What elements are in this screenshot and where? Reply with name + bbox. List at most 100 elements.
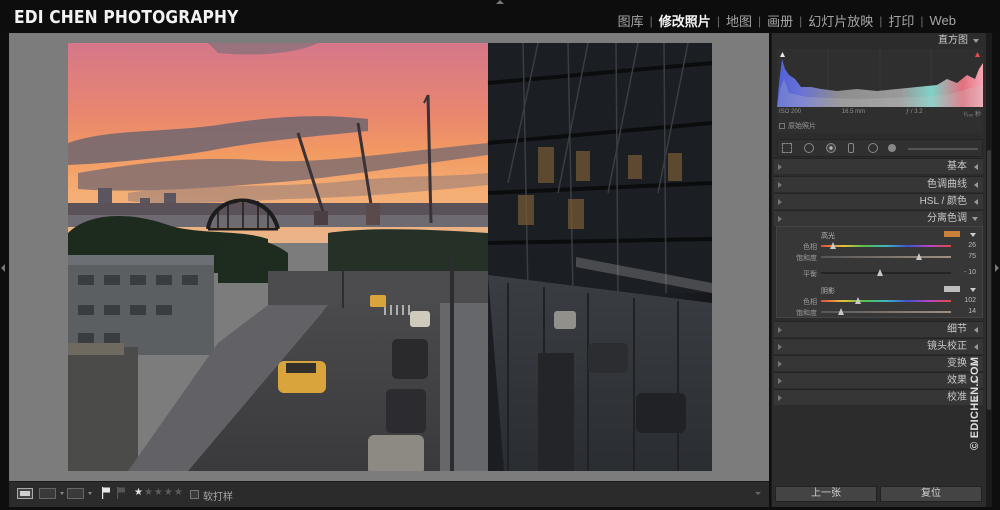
crop-icon[interactable]	[782, 143, 792, 153]
module-print[interactable]: 打印	[882, 11, 920, 30]
adjustment-brush-icon[interactable]	[888, 144, 896, 152]
slider-thumb[interactable]	[916, 253, 922, 260]
graduated-filter-icon[interactable]	[848, 143, 854, 153]
shadows-label: 阴影	[821, 288, 835, 295]
panel-split-toning[interactable]: 分离色调	[774, 210, 983, 226]
star-empty-icon[interactable]: ★★★★	[144, 487, 184, 498]
module-book[interactable]: 画册	[761, 11, 799, 30]
panel-scrollbar-thumb[interactable]	[987, 150, 991, 410]
slider-value[interactable]: 75	[968, 253, 976, 260]
star-filled-icon[interactable]: ★	[134, 487, 144, 498]
chevron-down-icon[interactable]	[970, 233, 976, 237]
split-toning-controls: 高光 色相 26 饱和度 75 平衡 - 10 阴影 色相 102 饱和度 14	[776, 226, 983, 318]
reject-flag-icon[interactable]	[117, 487, 126, 499]
slider-value[interactable]: 102	[964, 297, 976, 304]
reset-button[interactable]: 复位	[880, 486, 982, 502]
toolbar-menu-icon[interactable]	[755, 492, 761, 495]
panel-toggle-icon[interactable]	[778, 344, 782, 350]
module-develop[interactable]: 修改照片	[653, 11, 717, 30]
chevron-down-icon[interactable]	[970, 288, 976, 292]
tool-strip	[777, 139, 983, 157]
saturation-label: 饱和度	[796, 310, 817, 317]
loupe-view[interactable]	[9, 33, 769, 481]
panel-transform-label: 变换	[947, 358, 967, 369]
slider-thumb[interactable]	[838, 308, 844, 315]
slider-value[interactable]: 14	[968, 308, 976, 315]
module-picker: 图库 | 修改照片 | 地图 | 画册 | 幻灯片放映 | 打印 | Web	[612, 11, 962, 30]
slider-thumb[interactable]	[855, 297, 861, 304]
panel-effects[interactable]: 效果	[774, 372, 983, 388]
slider-thumb[interactable]	[877, 269, 883, 276]
slider-track[interactable]	[821, 253, 951, 260]
panel-calibration[interactable]: 校准	[774, 389, 983, 405]
previous-settings-button[interactable]: 上一张	[775, 486, 877, 502]
panel-toggle-icon[interactable]	[778, 395, 782, 401]
balance-slider[interactable]: 平衡 - 10	[777, 268, 984, 278]
highlights-saturation-slider[interactable]: 饱和度 75	[777, 252, 984, 262]
top-panel-toggle-icon[interactable]	[496, 0, 504, 4]
chevron-left-icon	[974, 164, 978, 170]
radial-filter-icon[interactable]	[868, 143, 878, 153]
shutter-speed: ¹⁄₁₄₀ 秒	[963, 112, 981, 118]
panel-toggle-icon[interactable]	[778, 199, 782, 205]
shadows-color-swatch[interactable]	[944, 286, 960, 292]
module-slideshow[interactable]: 幻灯片放映	[802, 11, 879, 30]
panel-toggle-icon[interactable]	[778, 164, 782, 170]
city-street-photo	[68, 43, 712, 471]
hue-label: 色相	[803, 244, 817, 251]
slider-value[interactable]: - 10	[964, 269, 976, 276]
left-panel-toggle-icon[interactable]	[1, 264, 5, 272]
panel-detail[interactable]: 细节	[774, 321, 983, 337]
highlights-header: 高光	[777, 230, 984, 240]
iso-value: ISO 200	[779, 109, 802, 115]
red-eye-icon[interactable]	[826, 143, 836, 153]
panel-toggle-icon[interactable]	[778, 361, 782, 367]
original-photo-checkbox[interactable]	[779, 123, 785, 129]
highlights-hue-slider[interactable]: 色相 26	[777, 241, 984, 251]
identity-plate: EDI CHEN PHOTOGRAPHY	[14, 7, 239, 28]
spot-removal-icon[interactable]	[804, 143, 814, 153]
panel-detail-label: 细节	[947, 324, 967, 335]
shadows-hue-slider[interactable]: 色相 102	[777, 296, 984, 306]
right-panel-toggle-icon[interactable]	[995, 264, 999, 272]
module-web[interactable]: Web	[924, 13, 963, 28]
before-after-split-icon[interactable]	[67, 488, 84, 499]
module-map[interactable]: 地图	[720, 11, 758, 30]
soft-proof-checkbox[interactable]	[190, 490, 199, 499]
original-photo-toggle[interactable]: 原始照片	[779, 121, 816, 131]
chevron-down-icon[interactable]	[60, 492, 64, 495]
pick-flag-icon[interactable]	[102, 487, 111, 499]
loupe-view-icon[interactable]	[17, 488, 33, 499]
tool-amount-slider[interactable]	[908, 148, 978, 150]
star-rating[interactable]: ★★★★★	[134, 487, 184, 498]
histogram[interactable]: ISO 200 16.5 mm ƒ / 3.2 ¹⁄₁₄₀ 秒 原始照片	[777, 49, 983, 133]
slider-track[interactable]	[821, 242, 951, 249]
exif-info: ISO 200 16.5 mm ƒ / 3.2 ¹⁄₁₄₀ 秒	[779, 109, 981, 118]
chevron-left-icon	[974, 199, 978, 205]
slider-value[interactable]: 26	[968, 242, 976, 249]
highlights-color-swatch[interactable]	[944, 231, 960, 237]
panel-toggle-icon[interactable]	[778, 216, 782, 222]
chevron-left-icon	[974, 182, 978, 188]
panel-basic[interactable]: 基本	[774, 158, 983, 174]
panel-lens-corrections[interactable]: 镜头校正	[774, 338, 983, 354]
panel-toggle-icon[interactable]	[778, 378, 782, 384]
histogram-graph	[777, 49, 983, 109]
top-bar: EDI CHEN PHOTOGRAPHY 图库 | 修改照片 | 地图 | 画册…	[0, 0, 1000, 33]
panel-tone-curve[interactable]: 色调曲线	[774, 176, 983, 192]
panel-hsl[interactable]: HSL / 颜色	[774, 193, 983, 209]
histogram-header[interactable]: 直方图	[775, 33, 984, 49]
slider-track[interactable]	[821, 308, 951, 315]
slider-thumb[interactable]	[830, 242, 836, 249]
slider-track[interactable]	[821, 297, 951, 304]
slider-track[interactable]	[821, 269, 951, 276]
panel-transform[interactable]: 变换	[774, 355, 983, 371]
panel-toggle-icon[interactable]	[778, 327, 782, 333]
module-library[interactable]: 图库	[612, 11, 650, 30]
photo-preview[interactable]	[68, 43, 712, 471]
shadows-saturation-slider[interactable]: 饱和度 14	[777, 307, 984, 317]
panel-toggle-icon[interactable]	[778, 182, 782, 188]
panel-effects-label: 效果	[947, 375, 967, 386]
chevron-down-icon[interactable]	[88, 492, 92, 495]
before-after-icon[interactable]	[39, 488, 56, 499]
